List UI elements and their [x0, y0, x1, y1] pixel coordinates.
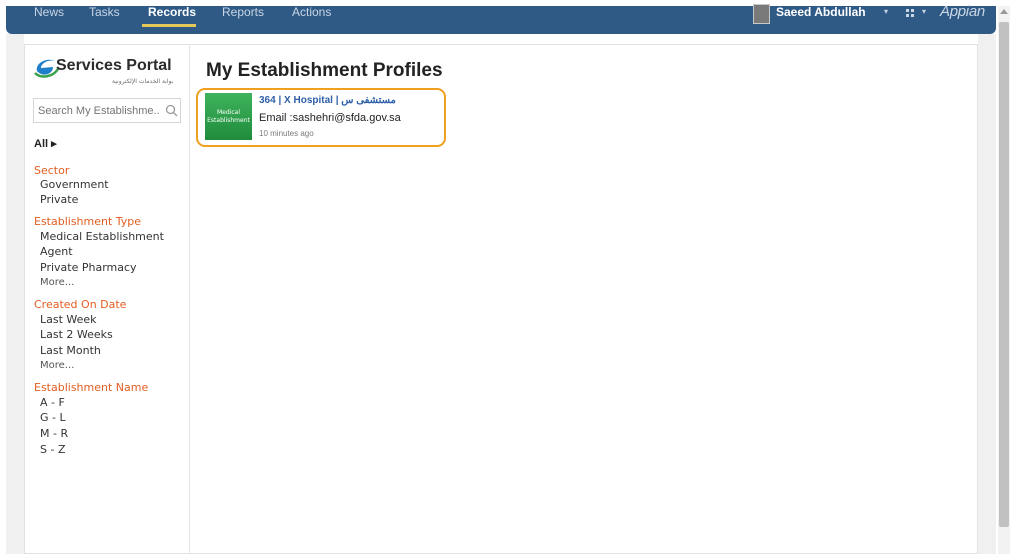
active-tab-indicator [142, 24, 196, 27]
facet-more-establishment-type[interactable]: More... [40, 277, 74, 288]
facet-item-medical-establishment[interactable]: Medical Establishment [40, 230, 164, 243]
page-title: My Establishment Profiles [206, 60, 443, 81]
search-input[interactable] [38, 102, 160, 120]
search-box[interactable] [33, 98, 181, 123]
user-avatar[interactable] [753, 4, 770, 24]
facet-item-private-pharmacy[interactable]: Private Pharmacy [40, 261, 137, 274]
appian-logo[interactable]: Appian [940, 3, 985, 20]
facet-title-establishment-name: Establishment Name [34, 381, 149, 394]
filter-all[interactable]: All ▸ [34, 137, 57, 150]
facet-item-agent[interactable]: Agent [40, 245, 73, 258]
facet-title-sector: Sector [34, 164, 70, 177]
facet-more-created-on-date[interactable]: More... [40, 360, 74, 371]
facet-item-last-month[interactable]: Last Month [40, 344, 101, 357]
record-timestamp: 10 minutes ago [259, 129, 314, 138]
record-thumbnail[interactable]: Medical Establishment [205, 93, 252, 140]
search-icon[interactable] [165, 104, 178, 117]
scrollbar-thumb[interactable] [999, 22, 1009, 527]
facet-title-created-on-date: Created On Date [34, 298, 127, 311]
record-thumbnail-label: Medical Establishment [207, 108, 250, 124]
user-menu-chevron-icon[interactable]: ▾ [884, 7, 888, 16]
facet-item-government[interactable]: Government [40, 178, 109, 191]
scroll-up-arrow-icon[interactable] [1000, 9, 1008, 14]
facet-item-private[interactable]: Private [40, 193, 78, 206]
record-email: Email :sashehri@sfda.gov.sa [259, 112, 401, 124]
logo-title: Services Portal [56, 57, 172, 74]
page-gutter-left [6, 34, 24, 554]
nav-tasks[interactable]: Tasks [89, 5, 120, 19]
app-launcher-chevron-icon[interactable]: ▾ [922, 7, 926, 16]
nav-records[interactable]: Records [148, 5, 196, 19]
page-gutter-right [978, 34, 996, 554]
facet-item-a-f[interactable]: A - F [40, 396, 65, 409]
nav-actions[interactable]: Actions [292, 5, 331, 19]
facet-item-last-week[interactable]: Last Week [40, 313, 97, 326]
app-launcher-icon[interactable] [906, 9, 917, 18]
facet-item-last-2-weeks[interactable]: Last 2 Weeks [40, 328, 113, 341]
nav-reports[interactable]: Reports [222, 5, 264, 19]
facet-item-s-z[interactable]: S - Z [40, 443, 65, 456]
logo-subtitle: بوابة الخدمات الإلكترونية [112, 78, 174, 85]
facet-title-establishment-type: Establishment Type [34, 215, 142, 228]
nav-news[interactable]: News [34, 5, 64, 19]
record-title-link[interactable]: 364 | X Hospital | مستشفى س [259, 95, 396, 106]
facet-item-m-r[interactable]: M - R [40, 427, 68, 440]
facet-item-g-l[interactable]: G - L [40, 411, 66, 424]
user-menu[interactable]: Saeed Abdullah [776, 5, 866, 19]
